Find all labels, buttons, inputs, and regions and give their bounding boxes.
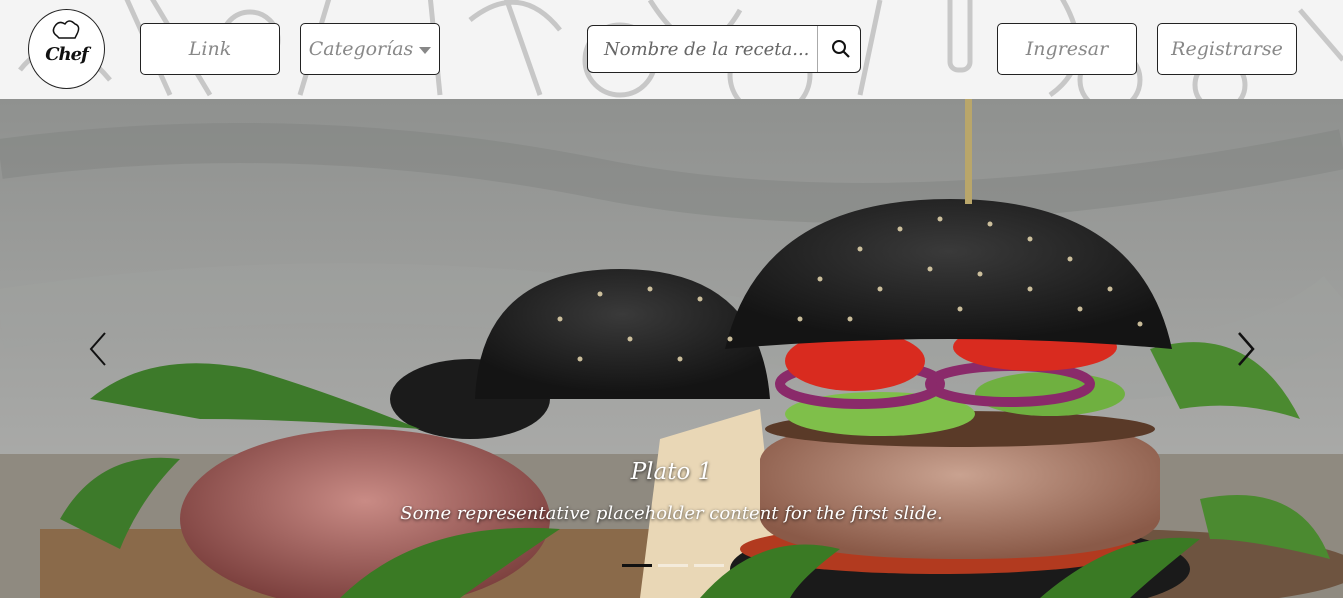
login-button[interactable]: Ingresar bbox=[997, 23, 1137, 75]
carousel-indicator[interactable] bbox=[658, 564, 688, 567]
brand-logo[interactable]: Chef bbox=[28, 9, 105, 89]
search-icon bbox=[832, 40, 850, 58]
brand-logo-text: Chef bbox=[45, 43, 89, 65]
carousel-indicators bbox=[622, 564, 724, 567]
chef-hat-icon bbox=[52, 20, 80, 39]
link-button[interactable]: Link bbox=[140, 23, 280, 75]
register-button-label: Registrarse bbox=[1171, 38, 1283, 60]
search-form: Nombre de la receta... bbox=[587, 25, 861, 73]
register-button[interactable]: Registrarse bbox=[1157, 23, 1297, 75]
slide-description: Some representative placeholder content … bbox=[400, 503, 943, 524]
carousel-next-button[interactable] bbox=[1226, 329, 1266, 369]
carousel-prev-button[interactable] bbox=[78, 329, 118, 369]
navbar: Chef Link Categorías Nombre de la receta… bbox=[0, 0, 1343, 99]
recipe-search-input[interactable]: Nombre de la receta... bbox=[588, 26, 818, 72]
search-button[interactable] bbox=[822, 26, 860, 72]
caret-down-icon bbox=[419, 46, 432, 54]
carousel-indicator[interactable] bbox=[622, 564, 652, 567]
login-button-label: Ingresar bbox=[1025, 38, 1109, 60]
chevron-left-icon bbox=[89, 332, 106, 366]
categories-dropdown-label: Categorías bbox=[308, 38, 414, 60]
chevron-right-icon bbox=[1238, 332, 1255, 366]
hero-carousel: Plato 1 Some representative placeholder … bbox=[0, 99, 1343, 598]
link-button-label: Link bbox=[188, 38, 232, 60]
slide-title: Plato 1 bbox=[630, 459, 713, 485]
categories-dropdown[interactable]: Categorías bbox=[300, 23, 440, 75]
carousel-indicator[interactable] bbox=[694, 564, 724, 567]
